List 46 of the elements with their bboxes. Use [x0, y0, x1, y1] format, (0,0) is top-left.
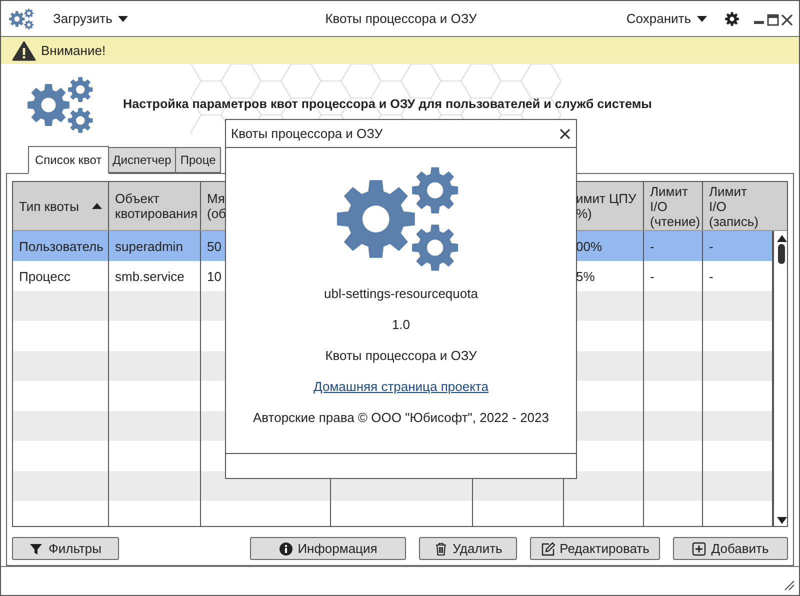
caret-icon: [697, 16, 707, 22]
close-icon[interactable]: [781, 14, 793, 26]
settings-icon[interactable]: [725, 12, 739, 26]
version-text: 1.0: [392, 316, 410, 334]
banner-title: Настройка параметров квот процессора и ОЗУ для пользователей и служб системы: [123, 97, 652, 111]
column-header[interactable]: Лимит I/O (запись): [709, 184, 758, 228]
scrollbar[interactable]: [773, 231, 787, 526]
info-icon: [278, 542, 293, 556]
action-button[interactable]: Редактировать: [530, 537, 660, 560]
menu-button[interactable]: Загрузить: [49, 9, 132, 28]
app-description: Квоты процессора и ОЗУ: [325, 347, 477, 365]
close-icon[interactable]: [560, 128, 570, 138]
warning-icon: [12, 40, 36, 60]
table-cell: -: [644, 231, 703, 261]
plus-icon: [692, 542, 706, 556]
scroll-down-icon[interactable]: [777, 517, 787, 524]
table-cell: -: [703, 231, 773, 261]
tab[interactable]: Список квот: [28, 146, 109, 174]
action-button[interactable]: Фильтры: [12, 537, 119, 560]
resize-grip-icon[interactable]: [784, 580, 795, 591]
action-button[interactable]: Информация: [250, 537, 406, 560]
homepage-link[interactable]: Домашняя страница проекта: [314, 371, 488, 402]
copyright-text: Авторские права © ООО "Юбисофт", 2022 - 2023: [252, 409, 550, 427]
tab[interactable]: Диспетчер: [108, 147, 176, 173]
column-header[interactable]: Мя (об: [207, 191, 226, 221]
edit-icon: [540, 542, 555, 556]
table-cell: Пользователь: [13, 231, 109, 261]
caret-icon: [118, 16, 128, 22]
window-title: Квоты процессора и ОЗУ: [325, 11, 477, 26]
menu-button[interactable]: Сохранить: [622, 9, 711, 28]
app-gears-icon: [9, 8, 35, 30]
dialog-title: Квоты процессора и ОЗУ: [231, 126, 383, 141]
action-button[interactable]: Удалить: [419, 537, 517, 560]
action-button[interactable]: Добавить: [673, 537, 788, 560]
maximize-icon[interactable]: [767, 14, 779, 26]
tab[interactable]: Проце: [175, 147, 221, 173]
column-header[interactable]: Лимит I/O (чтение): [650, 184, 700, 228]
column-header[interactable]: имит ЦПУ %): [576, 191, 636, 221]
column-header[interactable]: Объект квотирования: [115, 191, 198, 221]
scrollbar-thumb[interactable]: [778, 244, 785, 264]
column-header[interactable]: Тип квоты: [19, 198, 79, 214]
scroll-up-icon[interactable]: [777, 235, 787, 242]
trash-icon: [434, 542, 448, 556]
warning-text: Внимание!: [41, 43, 106, 58]
filter-icon: [29, 542, 44, 556]
table-cell: superadmin: [109, 231, 201, 261]
